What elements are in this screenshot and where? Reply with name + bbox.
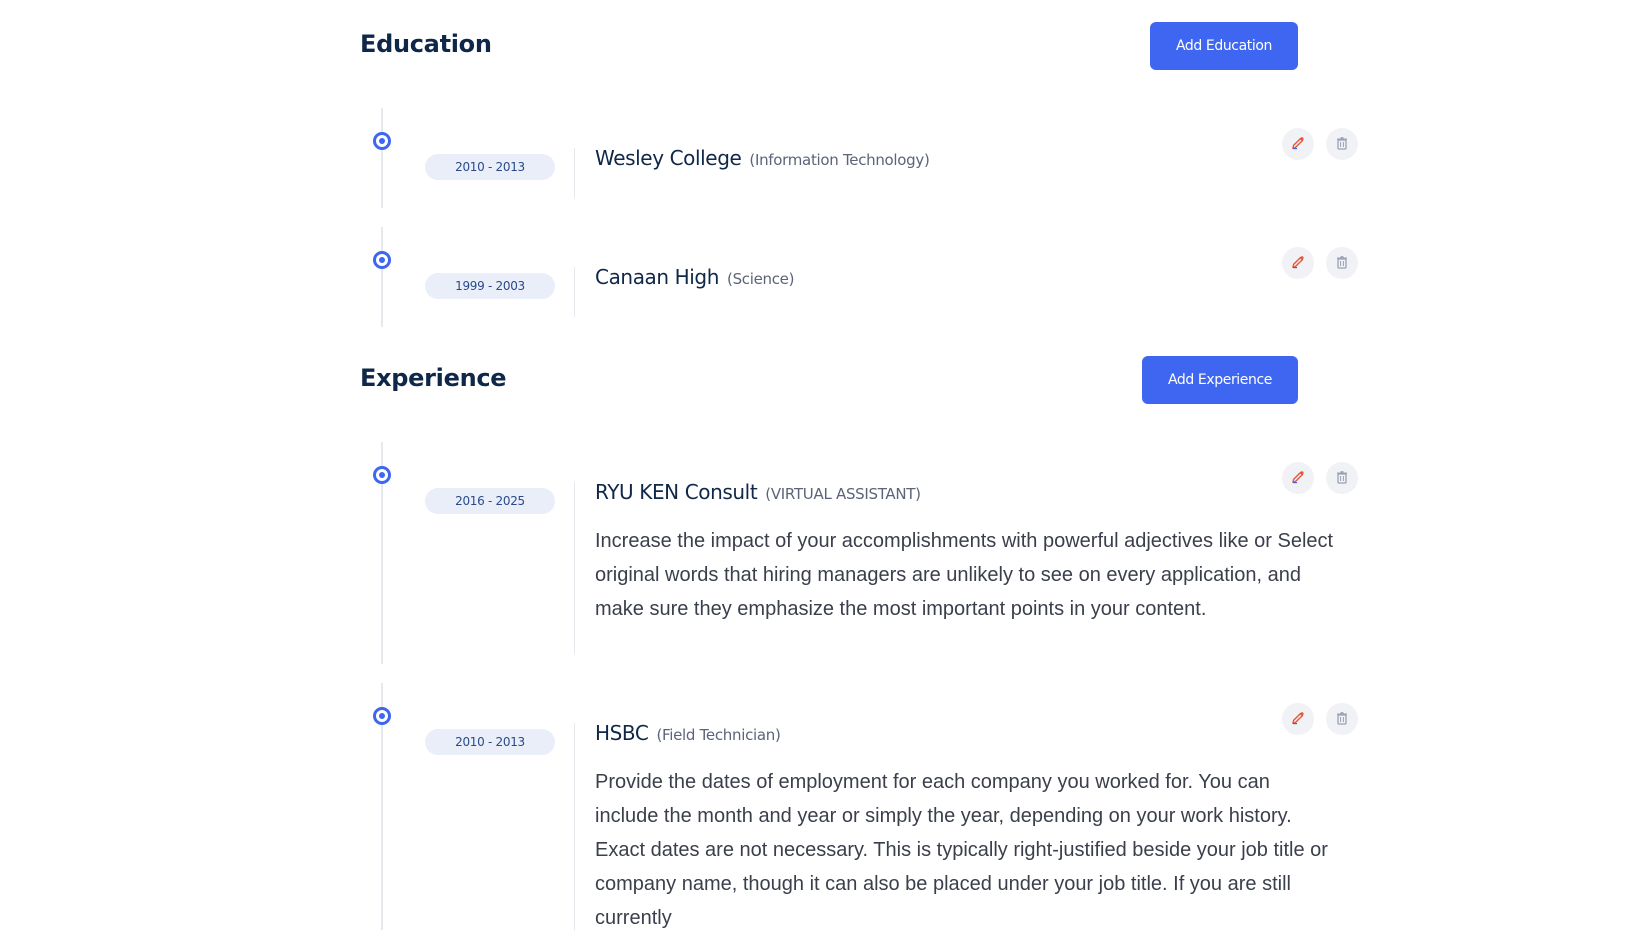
timeline-dot <box>373 707 391 725</box>
entry-heading: HSBC (Field Technician) <box>595 721 1335 745</box>
add-education-button[interactable]: Add Education <box>1149 22 1298 70</box>
delete-button[interactable] <box>1326 462 1358 494</box>
entry-body: HSBC (Field Technician) Provide the date… <box>595 721 1335 935</box>
trash-icon <box>1335 711 1349 728</box>
timeline-dot <box>373 132 391 150</box>
education-title: Education <box>360 30 492 58</box>
divider <box>574 723 575 930</box>
edit-button[interactable] <box>1282 462 1314 494</box>
entry-body: Wesley College (Information Technology) <box>595 146 1335 170</box>
trash-icon <box>1335 136 1349 153</box>
entry-actions <box>1282 703 1358 735</box>
entry-heading: Canaan High (Science) <box>595 265 1335 289</box>
date-badge: 2010 - 2013 <box>425 154 555 180</box>
education-header: Education Add Education <box>360 22 1378 72</box>
edit-button[interactable] <box>1282 703 1314 735</box>
job-description: Increase the impact of your accomplishme… <box>595 530 1334 620</box>
edit-button[interactable] <box>1282 247 1314 279</box>
date-badge: 1999 - 2003 <box>425 273 555 299</box>
delete-button[interactable] <box>1326 128 1358 160</box>
delete-button[interactable] <box>1326 247 1358 279</box>
timeline-line <box>381 108 383 208</box>
entry-actions <box>1282 247 1358 279</box>
experience-header: Experience Add Experience <box>360 356 1378 406</box>
date-badge: 2010 - 2013 <box>425 729 555 755</box>
entry-body: RYU KEN Consult (VIRTUAL ASSISTANT) Incr… <box>595 480 1335 626</box>
edit-icon <box>1291 136 1305 153</box>
entry-actions <box>1282 128 1358 160</box>
trash-icon <box>1335 255 1349 272</box>
timeline-dot <box>373 466 391 484</box>
institution-name: Canaan High <box>595 265 720 289</box>
experience-title: Experience <box>360 364 507 392</box>
field-of-study: (Information Technology) <box>749 151 930 169</box>
education-entry: 2010 - 2013 Wesley College (Information … <box>360 108 1378 208</box>
company-name: RYU KEN Consult <box>595 480 758 504</box>
job-title: (VIRTUAL ASSISTANT) <box>765 485 921 503</box>
edit-button[interactable] <box>1282 128 1314 160</box>
field-of-study: (Science) <box>727 270 795 288</box>
entry-body: Canaan High (Science) <box>595 265 1335 289</box>
divider <box>574 267 575 317</box>
divider <box>574 148 575 198</box>
entry-heading: Wesley College (Information Technology) <box>595 146 1335 170</box>
trash-icon <box>1335 470 1349 487</box>
edit-icon <box>1291 255 1305 272</box>
divider <box>574 482 575 654</box>
institution-name: Wesley College <box>595 146 742 170</box>
entry-actions <box>1282 462 1358 494</box>
date-badge: 2016 - 2025 <box>425 488 555 514</box>
experience-section: Experience Add Experience <box>360 356 1378 406</box>
education-section: Education Add Education <box>360 22 1378 72</box>
delete-button[interactable] <box>1326 703 1358 735</box>
edit-icon <box>1291 711 1305 728</box>
job-title: (Field Technician) <box>656 726 781 744</box>
edit-icon <box>1291 470 1305 487</box>
experience-entry: 2010 - 2013 HSBC (Field Technician) Prov… <box>360 683 1378 930</box>
education-entry: 1999 - 2003 Canaan High (Science) <box>360 227 1378 327</box>
timeline-dot <box>373 251 391 269</box>
timeline-line <box>381 227 383 327</box>
entry-heading: RYU KEN Consult (VIRTUAL ASSISTANT) <box>595 480 1335 504</box>
experience-entry: 2016 - 2025 RYU KEN Consult (VIRTUAL ASS… <box>360 442 1378 664</box>
job-description: Provide the dates of employment for each… <box>595 771 1328 929</box>
company-name: HSBC <box>595 721 649 745</box>
add-experience-button[interactable]: Add Experience <box>1141 356 1298 404</box>
